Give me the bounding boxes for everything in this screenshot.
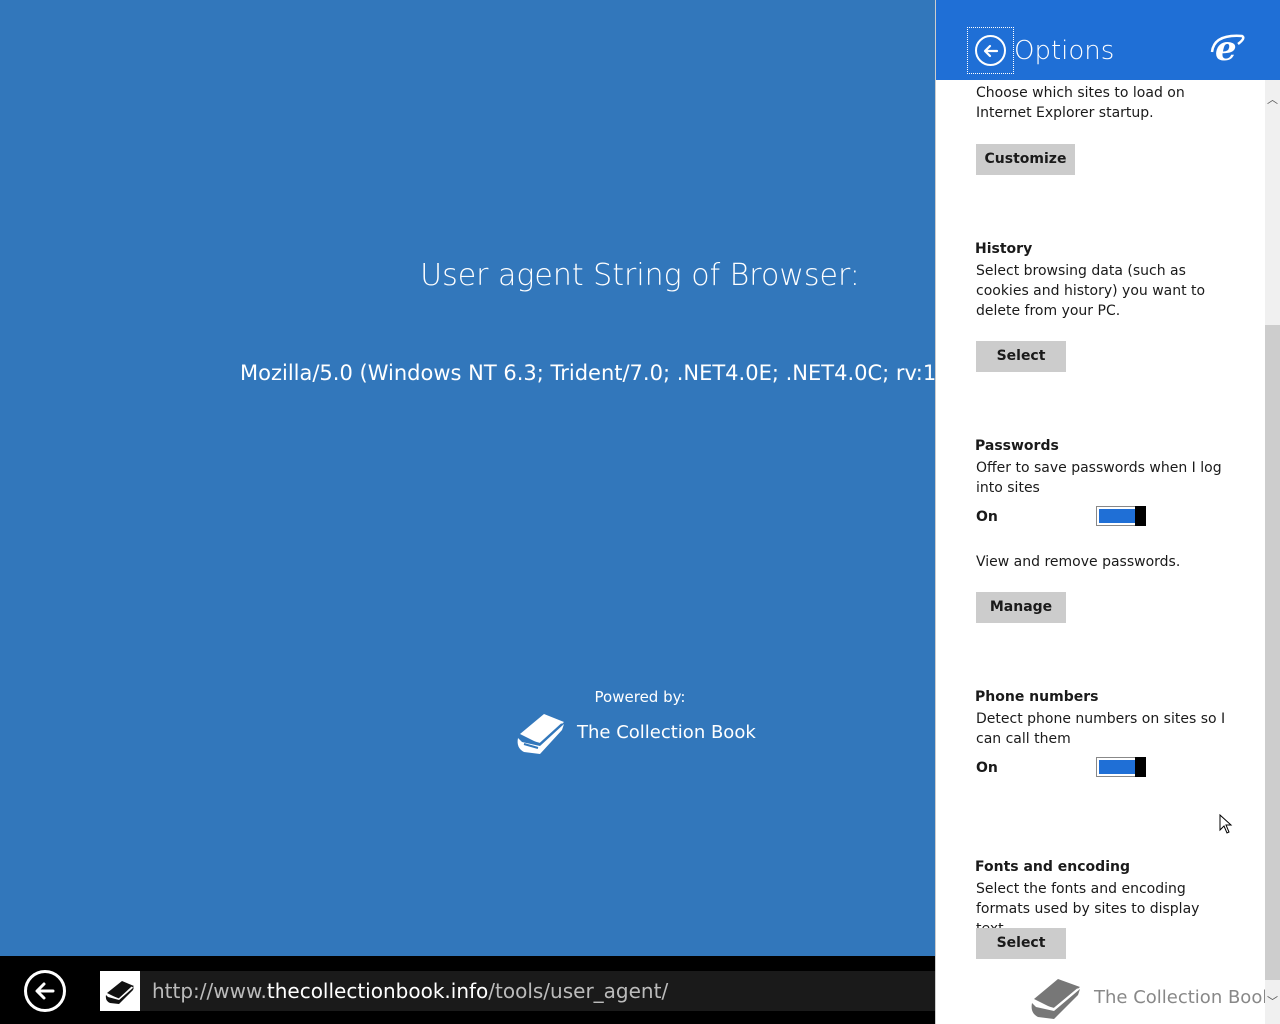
manage-passwords-description: View and remove passwords. bbox=[976, 554, 1181, 570]
url-prefix: http://www. bbox=[152, 979, 267, 1003]
url-input[interactable]: http://www.thecollectionbook.info/tools/… bbox=[140, 971, 935, 1011]
web-page-content bbox=[0, 0, 935, 956]
history-description: Select browsing data (such as cookies an… bbox=[976, 263, 1206, 319]
book-icon bbox=[1031, 979, 1080, 1019]
fonts-encoding-title: Fonts and encoding bbox=[975, 859, 1130, 875]
passwords-title: Passwords bbox=[975, 438, 1059, 454]
flyout-footer-brand: The Collection Book bbox=[1028, 973, 1273, 1021]
url-domain: thecollectionbook.info bbox=[266, 979, 489, 1003]
book-icon bbox=[517, 714, 564, 754]
scroll-down-arrow-icon[interactable]: ﹀ bbox=[1265, 994, 1280, 1010]
collection-book-link[interactable]: The Collection Book bbox=[514, 708, 756, 756]
toggle-thumb bbox=[1135, 757, 1146, 777]
flyout-title: Options bbox=[1014, 36, 1115, 66]
back-arrow-icon bbox=[35, 982, 55, 1000]
passwords-toggle[interactable] bbox=[1096, 506, 1146, 526]
phone-numbers-toggle-label: On bbox=[976, 760, 998, 776]
toggle-fill bbox=[1099, 760, 1135, 774]
scroll-up-arrow-icon[interactable]: ︿ bbox=[1265, 92, 1280, 108]
home-page-description: Choose which sites to load on Internet E… bbox=[976, 85, 1185, 121]
flyout-brand-name: The Collection Book bbox=[1094, 986, 1273, 1008]
internet-explorer-icon: e bbox=[1210, 30, 1245, 66]
phone-numbers-title: Phone numbers bbox=[975, 689, 1099, 705]
passwords-toggle-label: On bbox=[976, 509, 998, 525]
history-title: History bbox=[975, 241, 1033, 257]
flyout-body: Home page Choose which sites to load on … bbox=[936, 80, 1266, 1024]
manage-passwords-button[interactable]: Manage bbox=[976, 592, 1066, 623]
fonts-select-button[interactable]: Select bbox=[976, 928, 1066, 959]
url-path: /tools/user_agent/ bbox=[488, 979, 669, 1003]
history-select-button[interactable]: Select bbox=[976, 341, 1066, 372]
browser-back-button[interactable] bbox=[24, 970, 66, 1012]
scrollbar-thumb[interactable] bbox=[1265, 325, 1280, 980]
site-favicon bbox=[100, 971, 140, 1011]
flyout-scrollbar[interactable]: ︿ ﹀ bbox=[1265, 80, 1280, 1024]
toggle-fill bbox=[1099, 509, 1135, 523]
options-flyout: Options e Home page Choose which sites t… bbox=[935, 0, 1280, 1024]
toggle-thumb bbox=[1135, 506, 1146, 526]
brand-name: The Collection Book bbox=[577, 721, 756, 743]
flyout-back-button[interactable] bbox=[967, 27, 1014, 74]
back-circle bbox=[975, 35, 1006, 66]
customize-button[interactable]: Customize bbox=[976, 144, 1075, 175]
phone-numbers-description: Detect phone numbers on sites so I can c… bbox=[976, 711, 1226, 747]
book-icon bbox=[105, 981, 134, 1004]
mouse-cursor-icon bbox=[1219, 814, 1233, 834]
flyout-header: Options e bbox=[936, 0, 1280, 80]
phone-numbers-toggle[interactable] bbox=[1096, 757, 1146, 777]
back-arrow-icon bbox=[983, 44, 998, 57]
passwords-description: Offer to save passwords when I log into … bbox=[976, 460, 1222, 496]
address-bar: http://www.thecollectionbook.info/tools/… bbox=[0, 956, 935, 1024]
user-agent-string: Mozilla/5.0 (Windows NT 6.3; Trident/7.0… bbox=[240, 361, 978, 385]
